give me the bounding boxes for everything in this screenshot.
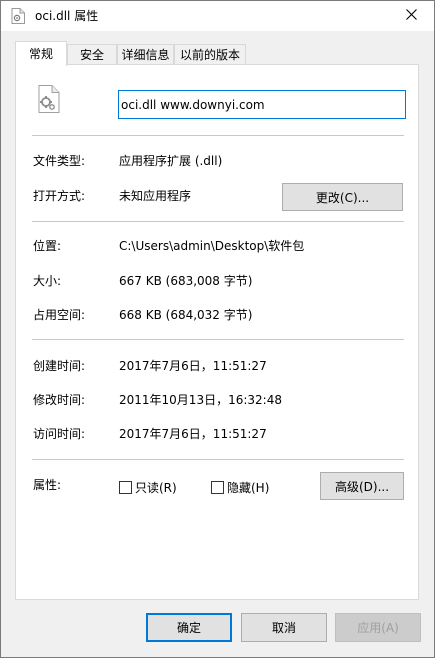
separator xyxy=(32,221,404,222)
close-icon xyxy=(405,9,417,23)
tab-previous-versions[interactable]: 以前的版本 xyxy=(174,44,246,64)
size-on-disk-label: 占用空间: xyxy=(33,308,86,322)
size-value: 667 KB (683,008 字节) xyxy=(119,274,253,288)
title-bar[interactable]: oci.dll 属性 xyxy=(1,1,434,31)
hidden-label: 隐藏(H) xyxy=(227,481,270,495)
window-title: oci.dll 属性 xyxy=(35,9,99,23)
tab-security[interactable]: 安全 xyxy=(67,44,117,64)
cancel-button[interactable]: 取消 xyxy=(241,613,327,642)
hidden-checkbox[interactable]: 隐藏(H) xyxy=(211,479,269,496)
dll-file-icon xyxy=(11,8,25,24)
opens-with-label: 打开方式: xyxy=(33,189,86,203)
apply-button[interactable]: 应用(A) xyxy=(335,613,421,642)
properties-dialog: oci.dll 属性 常规 安全 详细信息 以前的版本 oci.dll www.… xyxy=(0,0,435,658)
modified-value: 2011年10月13日，16:32:48 xyxy=(119,393,282,407)
modified-label: 修改时间: xyxy=(33,393,86,407)
readonly-label: 只读(R) xyxy=(135,481,177,495)
checkbox-box[interactable] xyxy=(211,481,224,494)
general-panel: 文件类型: 应用程序扩展 (.dll) 打开方式: 未知应用程序 更改(C)..… xyxy=(15,64,419,600)
dll-file-icon xyxy=(38,85,60,113)
close-button[interactable] xyxy=(388,1,434,31)
created-value: 2017年7月6日，11:51:27 xyxy=(119,359,267,373)
tab-general[interactable]: 常规 xyxy=(15,41,67,66)
accessed-value: 2017年7月6日，11:51:27 xyxy=(119,427,267,441)
separator xyxy=(32,135,404,136)
file-type-value: 应用程序扩展 (.dll) xyxy=(119,154,223,168)
accessed-label: 访问时间: xyxy=(33,427,86,441)
size-on-disk-value: 668 KB (684,032 字节) xyxy=(119,308,253,322)
tab-details[interactable]: 详细信息 xyxy=(117,44,174,64)
file-type-label: 文件类型: xyxy=(33,154,86,168)
attributes-label: 属性: xyxy=(33,478,62,492)
separator xyxy=(32,459,404,460)
created-label: 创建时间: xyxy=(33,359,86,373)
checkbox-box[interactable] xyxy=(119,481,132,494)
change-button[interactable]: 更改(C)... xyxy=(282,183,403,211)
opens-with-value: 未知应用程序 xyxy=(119,189,192,203)
readonly-checkbox[interactable]: 只读(R) xyxy=(119,479,177,496)
advanced-button[interactable]: 高级(D)... xyxy=(320,472,404,500)
separator xyxy=(32,339,404,340)
ok-button[interactable]: 确定 xyxy=(146,613,232,642)
location-value: C:\Users\admin\Desktop\软件包 xyxy=(119,239,305,253)
location-label: 位置: xyxy=(33,239,62,253)
file-name-input[interactable] xyxy=(118,90,406,119)
size-label: 大小: xyxy=(33,274,62,288)
